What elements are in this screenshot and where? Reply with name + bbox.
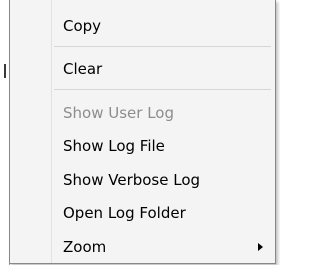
menu-item-label: Show User Log xyxy=(63,104,174,122)
chevron-right-icon xyxy=(258,243,263,251)
menu-item-show-log-file[interactable]: Show Log File xyxy=(10,132,275,160)
background-text-fragment xyxy=(4,64,6,78)
menu-item-show-verbose-log[interactable]: Show Verbose Log xyxy=(10,166,275,194)
menu-separator xyxy=(54,46,271,47)
menu-item-label: Clear xyxy=(63,60,103,78)
menu-item-label: Show Verbose Log xyxy=(63,171,201,189)
menu-item-label: Zoom xyxy=(63,238,107,256)
menu-item-label: Copy xyxy=(63,17,102,35)
context-menu: Copy Clear Show User Log Show Log File S… xyxy=(9,0,276,264)
screen: Copy Clear Show User Log Show Log File S… xyxy=(0,0,280,270)
menu-item-show-user-log: Show User Log xyxy=(10,99,275,127)
menu-item-clear[interactable]: Clear xyxy=(10,55,275,83)
menu-item-zoom[interactable]: Zoom xyxy=(10,233,275,261)
menu-item-label: Open Log Folder xyxy=(63,204,186,222)
menu-separator xyxy=(54,89,271,90)
menu-item-copy[interactable]: Copy xyxy=(10,12,275,40)
menu-item-open-log-folder[interactable]: Open Log Folder xyxy=(10,199,275,227)
menu-item-label: Show Log File xyxy=(63,137,165,155)
background-window-bottom xyxy=(0,265,280,270)
